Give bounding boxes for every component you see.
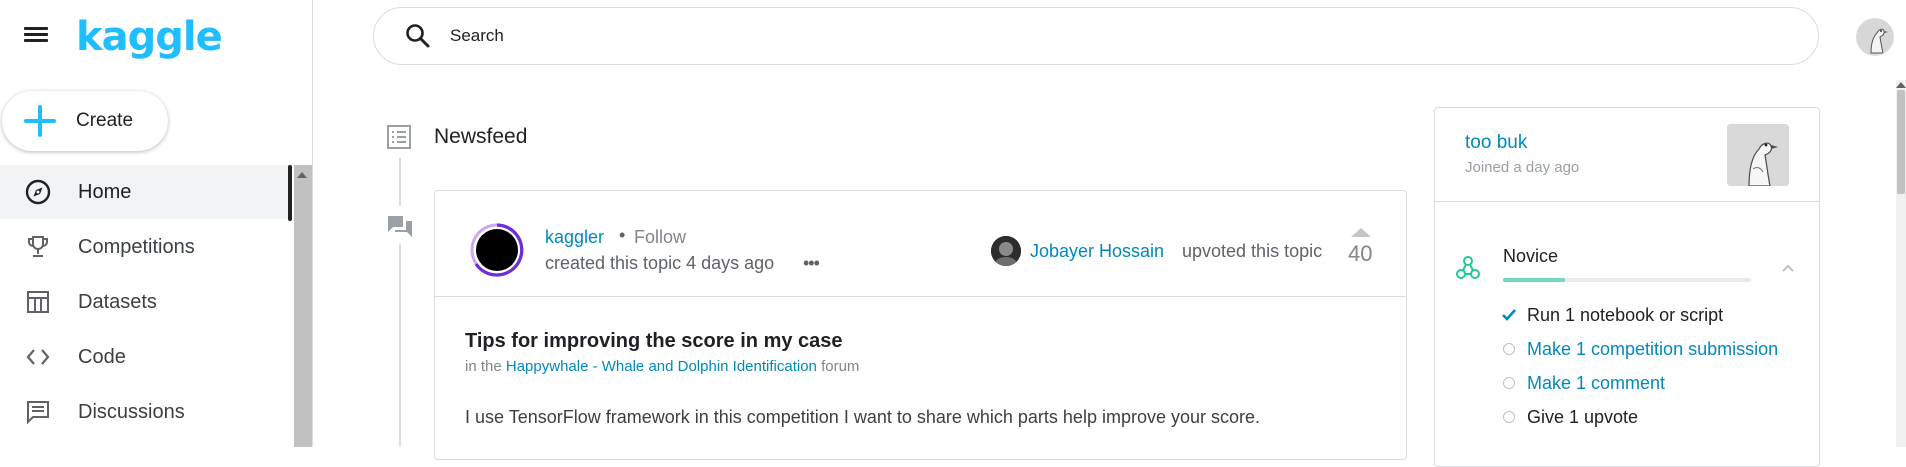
follow-button[interactable]: Follow (634, 227, 686, 248)
more-options-icon[interactable]: ••• (803, 253, 820, 274)
create-label: Create (76, 110, 134, 131)
sidebar-item-competitions[interactable]: Competitions (0, 220, 290, 274)
active-indicator (288, 165, 292, 221)
sidebar-item-label: Datasets (78, 290, 157, 313)
tier-progress-bar (1503, 278, 1751, 282)
sidebar-item-label: Code (78, 345, 126, 368)
sidebar-item-label: Discussions (78, 400, 185, 423)
sidebar-item-label: Competitions (78, 235, 195, 258)
chevron-up-icon[interactable] (1781, 261, 1795, 275)
task-label: Run 1 notebook or script (1527, 304, 1724, 325)
profile-avatar[interactable] (1727, 124, 1789, 186)
forum-suffix: forum (821, 358, 860, 375)
sidebar-item-home[interactable]: Home (0, 165, 290, 219)
kaggle-logo[interactable]: kaggle (76, 14, 223, 60)
profile-panel: too buk Joined a day ago Novice Run 1 no… (1434, 107, 1820, 467)
author-link[interactable]: kaggler (545, 227, 604, 248)
feed-card: kaggler • Follow created this topic 4 da… (434, 190, 1407, 460)
task-link[interactable]: Make 1 comment (1527, 373, 1665, 394)
search-icon (406, 24, 430, 48)
search-bar[interactable] (373, 7, 1819, 65)
upvote-arrow-icon[interactable] (1351, 228, 1371, 237)
card-divider (435, 296, 1406, 297)
compass-icon (24, 178, 52, 206)
timeline-line (399, 244, 401, 447)
in-the-text: in the (465, 358, 502, 375)
page-scrollbar-thumb[interactable] (1897, 90, 1905, 194)
sidebar: kaggle Create Home Competitions Datasets… (0, 0, 313, 447)
panel-divider (1435, 201, 1819, 202)
joined-text: Joined a day ago (1465, 159, 1580, 176)
newsfeed-icon (387, 125, 411, 149)
novice-tier-icon (1456, 256, 1480, 279)
sidebar-item-discussions[interactable]: Discussions (0, 385, 290, 439)
avatar[interactable] (1856, 18, 1894, 56)
vote-count: 40 (1348, 241, 1373, 266)
separator-dot: • (619, 225, 626, 245)
tier-progress-fill (1503, 278, 1565, 282)
circle-icon (1501, 409, 1517, 425)
sidebar-item-datasets[interactable]: Datasets (0, 275, 290, 329)
search-input[interactable] (448, 25, 1752, 47)
task-link[interactable]: Make 1 competition submission (1527, 339, 1778, 360)
table-icon (24, 288, 52, 316)
author-avatar[interactable] (469, 222, 525, 278)
create-button[interactable]: Create (2, 91, 168, 151)
forum-link[interactable]: Happywhale - Whale and Dolphin Identific… (506, 358, 817, 375)
scroll-up-arrow-icon[interactable] (1896, 82, 1906, 88)
tier-title: Novice (1503, 246, 1559, 266)
sidebar-item-label: Home (78, 180, 132, 203)
code-icon (24, 343, 52, 371)
created-text: created this topic 4 days ago (545, 253, 775, 273)
trophy-icon (24, 233, 52, 261)
task-item[interactable]: Make 1 comment (1501, 371, 1665, 395)
upvoter-avatar[interactable] (991, 236, 1021, 266)
task-item: Run 1 notebook or script (1501, 303, 1723, 327)
profile-name-link[interactable]: too buk (1465, 132, 1527, 154)
task-label: Give 1 upvote (1527, 406, 1639, 427)
task-item: Give 1 upvote (1501, 405, 1638, 429)
circle-icon (1501, 341, 1517, 357)
sidebar-scrollbar[interactable] (294, 165, 312, 447)
plus-icon (24, 105, 56, 137)
menu-icon[interactable] (24, 25, 50, 47)
topic-body: I use TensorFlow framework in this compe… (465, 407, 1261, 427)
topic-forum-line: in the Happywhale - Whale and Dolphin Id… (465, 358, 859, 375)
check-icon (1501, 307, 1517, 323)
comments-icon (24, 398, 52, 426)
timeline-line (399, 158, 401, 206)
upvoter-link[interactable]: Jobayer Hossain (1030, 241, 1164, 262)
circle-icon (1501, 375, 1517, 391)
scroll-up-arrow-icon[interactable] (297, 172, 307, 178)
page-title: Newsfeed (434, 125, 528, 148)
sidebar-item-code[interactable]: Code (0, 330, 290, 384)
task-item[interactable]: Make 1 competition submission (1501, 337, 1778, 361)
upvote-activity-text: upvoted this topic (1182, 241, 1323, 261)
discussion-icon (388, 216, 412, 237)
topic-title-link[interactable]: Tips for improving the score in my case (465, 330, 843, 353)
